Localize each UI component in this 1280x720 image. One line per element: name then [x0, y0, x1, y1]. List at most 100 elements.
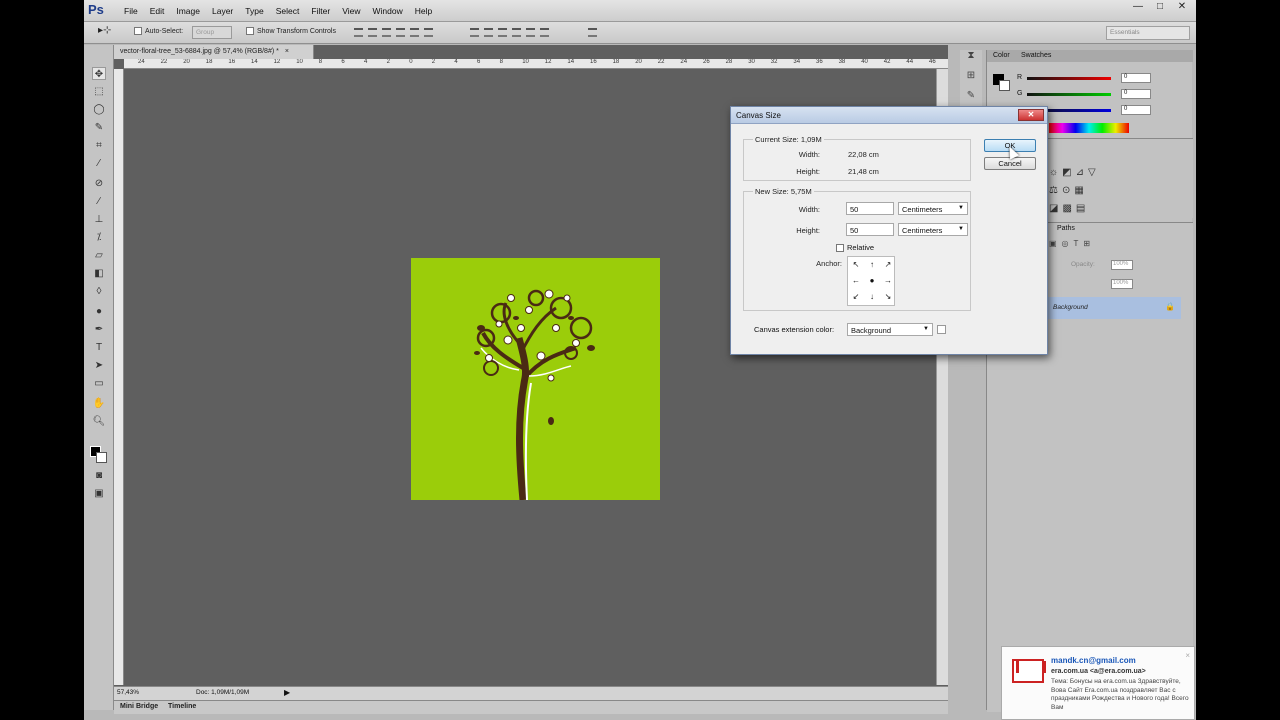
- align-top-icon[interactable]: [354, 28, 363, 37]
- type-tool-icon[interactable]: T: [92, 341, 106, 354]
- screen-mode-icon[interactable]: ▣: [92, 487, 106, 500]
- notification-close-icon[interactable]: ×: [1185, 651, 1190, 660]
- path-select-tool-icon[interactable]: ➤: [92, 359, 106, 372]
- tab-paths[interactable]: Paths: [1057, 225, 1075, 232]
- pen-tool-icon[interactable]: ✒: [92, 323, 106, 336]
- anchor-nw-icon[interactable]: ↖: [848, 257, 864, 273]
- align-bottom-icon[interactable]: [382, 28, 391, 37]
- color-spectrum[interactable]: [1049, 123, 1129, 133]
- close-button[interactable]: ✕: [1172, 1, 1192, 15]
- anchor-grid[interactable]: ↖ ↑ ↗ ← ● → ↙ ↓ ↘: [847, 256, 895, 306]
- extension-color-swatch[interactable]: [937, 325, 946, 334]
- email-notification[interactable]: mandk.cn@gmail.com era.com.ua <a@era.com…: [1001, 646, 1195, 720]
- tab-color[interactable]: Color: [993, 52, 1010, 59]
- zoom-tool-icon[interactable]: 🔍︎: [92, 415, 106, 428]
- menu-window[interactable]: Window: [366, 6, 408, 16]
- move-tool-icon[interactable]: ▸⊹: [98, 25, 111, 36]
- eyedropper-tool-icon[interactable]: ⁄: [92, 157, 106, 170]
- green-slider[interactable]: G0: [1017, 89, 1187, 100]
- anchor-ne-icon[interactable]: ↗: [880, 257, 896, 273]
- anchor-s-icon[interactable]: ↓: [864, 289, 880, 305]
- zoom-level[interactable]: 57,43%: [117, 689, 139, 696]
- align-hcenter-icon[interactable]: [410, 28, 419, 37]
- tab-timeline[interactable]: Timeline: [168, 703, 196, 710]
- history-panel-icon[interactable]: ⧗: [960, 50, 982, 70]
- document-tab[interactable]: vector-floral-tree_53-6884.jpg @ 57,4% (…: [114, 45, 314, 59]
- opacity-value[interactable]: 100%: [1111, 260, 1133, 270]
- lasso-tool-icon[interactable]: ◯: [92, 103, 106, 116]
- status-arrow-icon[interactable]: ▶: [284, 688, 290, 697]
- background-color-swatch[interactable]: [96, 452, 107, 463]
- notification-email[interactable]: mandk.cn@gmail.com: [1051, 656, 1136, 665]
- menu-view[interactable]: View: [336, 6, 366, 16]
- adjustment-icons[interactable]: ☼◩⊿▽: [1049, 167, 1100, 178]
- quick-select-tool-icon[interactable]: ✎: [92, 121, 106, 134]
- brush-tool-icon[interactable]: ∕: [92, 195, 106, 208]
- red-value[interactable]: 0: [1121, 73, 1151, 83]
- crop-tool-icon[interactable]: ⌗: [92, 139, 106, 152]
- red-slider[interactable]: R0: [1017, 73, 1187, 84]
- eraser-tool-icon[interactable]: ▱: [92, 249, 106, 262]
- tab-swatches[interactable]: Swatches: [1021, 52, 1051, 59]
- maximize-button[interactable]: □: [1150, 1, 1170, 15]
- distribute-bottom-icon[interactable]: [498, 28, 507, 37]
- blue-value[interactable]: 0: [1121, 105, 1151, 115]
- green-value[interactable]: 0: [1121, 89, 1151, 99]
- gradient-tool-icon[interactable]: ◧: [92, 267, 106, 280]
- history-brush-icon[interactable]: ⁒: [92, 231, 106, 244]
- anchor-sw-icon[interactable]: ↙: [848, 289, 864, 305]
- layer-row-background[interactable]: Background 🔒: [1047, 297, 1181, 319]
- minimize-button[interactable]: —: [1128, 1, 1148, 15]
- new-width-input[interactable]: 50: [846, 202, 894, 215]
- new-height-input[interactable]: 50: [846, 223, 894, 236]
- layer-filter-icons[interactable]: ▣◎T⊞: [1049, 239, 1095, 248]
- menu-image[interactable]: Image: [170, 6, 206, 16]
- distribute-right-icon[interactable]: [540, 28, 549, 37]
- group-select[interactable]: Group: [192, 26, 232, 39]
- distribute-left-icon[interactable]: [512, 28, 521, 37]
- anchor-n-icon[interactable]: ↑: [864, 257, 880, 273]
- distribute-top-icon[interactable]: [470, 28, 479, 37]
- hand-tool-icon[interactable]: ✋: [92, 397, 106, 410]
- adjustment-icons-row2[interactable]: ⚖⊙▦: [1049, 185, 1088, 196]
- menu-select[interactable]: Select: [270, 6, 306, 16]
- dodge-tool-icon[interactable]: ●: [92, 305, 106, 318]
- properties-panel-icon[interactable]: ⊞: [960, 70, 982, 90]
- distribute-hcenter-icon[interactable]: [526, 28, 535, 37]
- fill-value[interactable]: 100%: [1111, 279, 1133, 289]
- show-transform-checkbox[interactable]: Show Transform Controls: [246, 27, 336, 35]
- stamp-tool-icon[interactable]: ⊥: [92, 213, 106, 226]
- align-left-icon[interactable]: [396, 28, 405, 37]
- dialog-close-button[interactable]: ✕: [1018, 109, 1044, 121]
- tab-mini-bridge[interactable]: Mini Bridge: [120, 703, 158, 710]
- healing-brush-icon[interactable]: ⊘: [92, 177, 106, 190]
- menu-filter[interactable]: Filter: [305, 6, 336, 16]
- auto-select-checkbox[interactable]: Auto-Select:: [134, 27, 183, 35]
- width-unit-select[interactable]: Centimeters ▼: [898, 202, 968, 215]
- anchor-e-icon[interactable]: →: [880, 273, 896, 289]
- menu-layer[interactable]: Layer: [206, 6, 239, 16]
- marquee-tool-icon[interactable]: ⬚: [92, 85, 106, 98]
- anchor-w-icon[interactable]: ←: [848, 273, 864, 289]
- menu-file[interactable]: File: [118, 6, 144, 16]
- auto-align-icon[interactable]: [588, 28, 597, 37]
- height-unit-select[interactable]: Centimeters ▼: [898, 223, 968, 236]
- document-tab-close-icon[interactable]: ×: [285, 48, 289, 55]
- blur-tool-icon[interactable]: ◊: [92, 285, 106, 298]
- align-vcenter-icon[interactable]: [368, 28, 377, 37]
- color-bg-swatch[interactable]: [999, 80, 1010, 91]
- quick-mask-icon[interactable]: ◙: [92, 469, 106, 482]
- align-right-icon[interactable]: [424, 28, 433, 37]
- workspace-select[interactable]: Essentials: [1106, 26, 1190, 40]
- menu-edit[interactable]: Edit: [144, 6, 171, 16]
- relative-checkbox[interactable]: Relative: [836, 243, 874, 253]
- menu-type[interactable]: Type: [239, 6, 269, 16]
- extension-color-select[interactable]: Background ▼: [847, 323, 933, 336]
- adjustment-icons-row3[interactable]: ◪▩▤: [1049, 203, 1089, 214]
- shape-tool-icon[interactable]: ▭: [92, 377, 106, 390]
- anchor-center-icon[interactable]: ●: [864, 273, 880, 289]
- anchor-se-icon[interactable]: ↘: [880, 289, 896, 305]
- distribute-vcenter-icon[interactable]: [484, 28, 493, 37]
- move-tool-icon[interactable]: ✥: [92, 67, 106, 80]
- document-canvas[interactable]: [411, 258, 660, 501]
